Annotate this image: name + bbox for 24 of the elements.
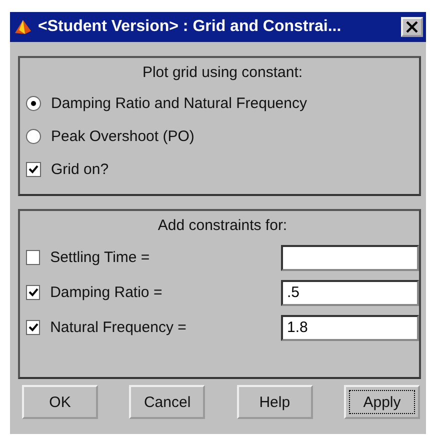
input-field[interactable]: .5 (281, 280, 419, 306)
checkbox[interactable] (26, 320, 40, 335)
checkbox[interactable] (26, 285, 40, 300)
option-label: Peak Overshoot (PO) (51, 128, 194, 145)
close-icon (406, 21, 418, 33)
checkbox-label: Damping Ratio = (50, 284, 164, 301)
radio-button[interactable] (26, 96, 41, 111)
dialog-button[interactable]: Help (236, 385, 313, 419)
checkbox-label: Grid on? (51, 161, 109, 178)
panel-heading: Plot grid using constant: (141, 64, 304, 81)
dialog-button[interactable]: OK (22, 385, 98, 419)
input-field[interactable]: 1.8 (281, 314, 419, 340)
window-title: <Student Version> : Grid and Constrai... (38, 18, 342, 36)
option-label: Damping Ratio and Natural Frequency (51, 95, 307, 112)
checkbox[interactable] (26, 162, 41, 177)
input-field[interactable] (281, 244, 419, 270)
radio-button[interactable] (26, 129, 41, 144)
dialog-button[interactable]: Cancel (129, 385, 206, 419)
checkbox-label: Settling Time = (50, 249, 151, 266)
checkbox-label: Natural Frequency = (50, 319, 188, 336)
dialog-button[interactable]: Apply (344, 385, 420, 419)
close-button[interactable] (401, 17, 423, 37)
panel-heading: Add constraints for: (156, 217, 288, 234)
checkbox[interactable] (26, 250, 40, 265)
